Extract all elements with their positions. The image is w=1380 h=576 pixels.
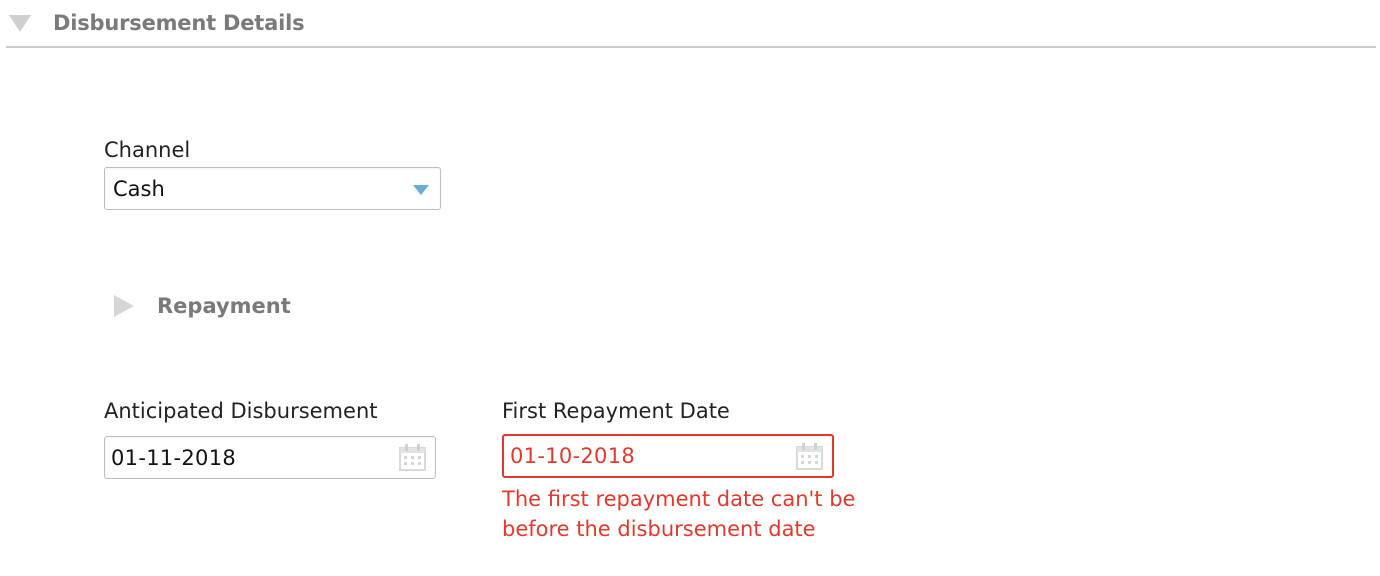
triangle-right-icon [114,295,134,317]
error-line-2: before the disbursement date [502,517,816,541]
first-repayment-input[interactable]: 01-10-2018 [502,434,834,478]
channel-selected-value: Cash [113,176,165,201]
disbursement-details-header[interactable]: Disbursement Details [6,0,1376,48]
section-title: Disbursement Details [53,11,305,35]
anticipated-disbursement-input[interactable]: 01-11-2018 [104,436,436,479]
first-repayment-label: First Repayment Date [502,399,730,423]
anticipated-disbursement-value: 01-11-2018 [111,445,237,470]
calendar-icon[interactable] [794,441,825,472]
first-repayment-error-message: The first repayment date can't be before… [502,484,872,544]
chevron-down-icon [413,185,429,195]
first-repayment-value: 01-10-2018 [510,444,636,468]
error-line-1: The first repayment date can't be [502,487,856,511]
repayment-toggle[interactable]: Repayment [114,290,291,322]
channel-label: Channel [104,138,191,162]
anticipated-disbursement-label: Anticipated Disbursement [104,399,378,423]
calendar-icon[interactable] [397,442,428,473]
channel-select[interactable]: Cash [104,167,441,210]
repayment-title: Repayment [157,294,291,318]
page: Disbursement Details Channel Cash Repaym… [0,0,1380,576]
triangle-down-icon [9,14,31,32]
